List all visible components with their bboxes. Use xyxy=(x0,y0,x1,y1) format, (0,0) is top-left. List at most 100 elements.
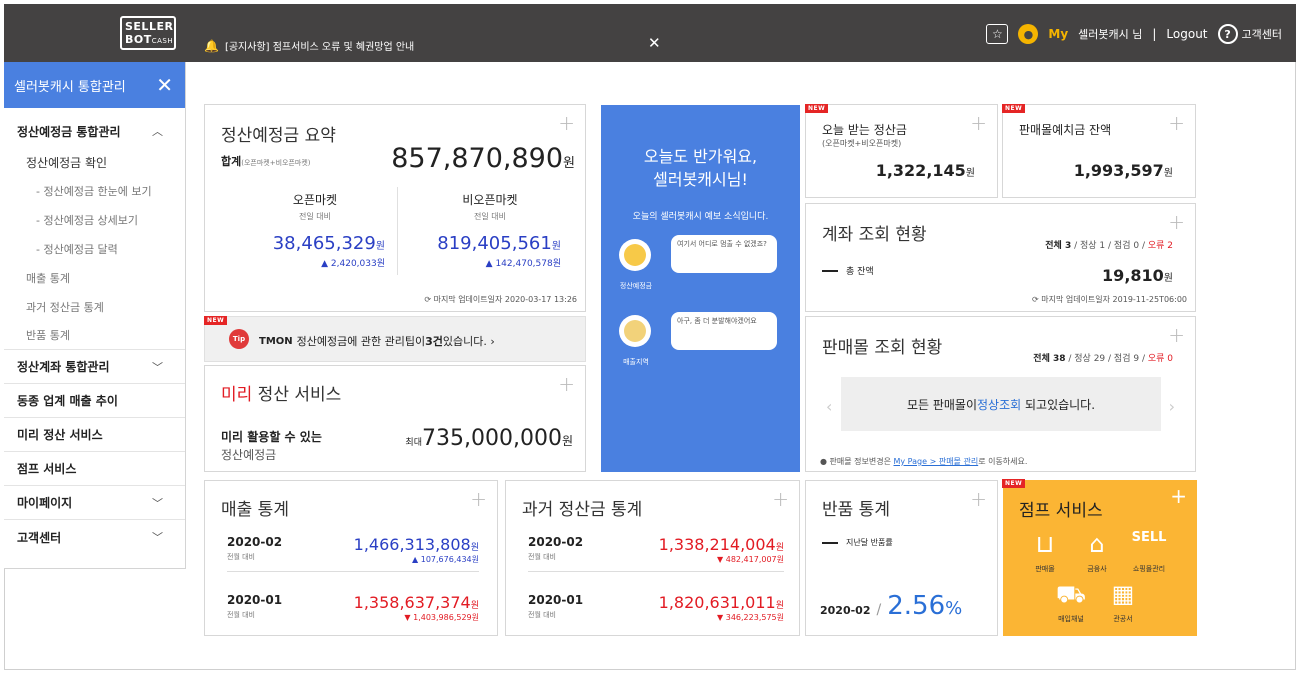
refresh-icon[interactable]: ⟳ xyxy=(1032,295,1041,304)
new-badge: NEW xyxy=(805,104,829,113)
tip-badge: Tip xyxy=(229,329,249,349)
jump-label[interactable]: 금융사 xyxy=(1067,564,1127,574)
jump-label[interactable]: 쇼핑몰관리 xyxy=(1119,564,1179,574)
sidebar-sub-calendar[interactable]: - 정산예정금 달력 xyxy=(4,234,185,263)
help-link[interactable]: 고객센터 xyxy=(1242,26,1282,42)
add-icon[interactable]: + xyxy=(1168,210,1185,234)
today-value: 1,322,145 xyxy=(875,161,966,180)
row-change: ▲ 107,676,434원 xyxy=(412,555,479,564)
tip-text-after: 있습니다. › xyxy=(442,335,495,348)
deposit-amount: 1,993,597원 xyxy=(1074,161,1173,180)
top-bar: SELLER BOTCASH 🔔 [공지사항] 점프서비스 오류 및 혜권망업 … xyxy=(4,4,1296,62)
summary-card: + 정산예정금 요약 합계(오픈마켓+비오픈마켓) 857,870,890원 오… xyxy=(204,104,586,312)
mall-msg: 모든 판매몰이 xyxy=(906,397,977,412)
row-date: 2020-02 xyxy=(227,535,283,549)
add-icon[interactable]: + xyxy=(470,487,487,511)
my-label[interactable]: My xyxy=(1048,27,1068,41)
add-icon[interactable]: + xyxy=(1168,111,1185,135)
mall-msg-link[interactable]: 정상조회 xyxy=(977,396,1021,413)
cart-icon[interactable]: ⊔ xyxy=(1015,530,1075,558)
forecast-bubble: 여기서 어디로 멈출 수 없겠죠? xyxy=(671,235,777,273)
miri-value: 735,000,000 xyxy=(421,426,562,451)
forecast-bubble: 아구, 좀 더 분발해야겠어요 xyxy=(671,312,777,350)
open-value-block: 38,465,329원 ▲ 2,420,033원 xyxy=(225,233,385,269)
logout-link[interactable]: Logout xyxy=(1166,27,1207,41)
legend-label: 지난달 반품률 xyxy=(846,538,893,547)
bank-icon[interactable]: ⌂ xyxy=(1067,530,1127,558)
sidebar-item-miri[interactable]: 미리 정산 서비스 xyxy=(4,418,185,452)
chevron-down-icon: ﹀ xyxy=(152,531,163,544)
greeting-sub: 오늘의 셀러봇캐시 예보 소식입니다. xyxy=(632,212,769,222)
sell-icon[interactable]: SELL xyxy=(1119,530,1179,545)
jump-label[interactable]: 매입채널 xyxy=(1041,614,1101,624)
sidebar-sub-confirm[interactable]: 정산예정금 확인 xyxy=(4,148,185,176)
sales-row: 2020-02 전월 대비 1,466,313,808원 ▲ 107,676,434… xyxy=(227,535,479,565)
jump-label[interactable]: 판매몰 xyxy=(1015,564,1075,574)
legend-line xyxy=(822,541,838,544)
new-badge: NEW xyxy=(204,316,228,325)
won-unit: 원 xyxy=(563,156,575,171)
row-date: 2020-01 xyxy=(227,593,283,607)
sidebar-sub-past-stats[interactable]: 과거 정산금 통계 xyxy=(4,292,185,321)
add-icon[interactable]: + xyxy=(558,372,575,396)
row-value: 1,338,214,004 xyxy=(658,535,776,554)
truck-icon[interactable]: ⛟ xyxy=(1041,580,1101,611)
total-label: 합계 xyxy=(221,155,242,168)
tip-text: 정산예정금에 관한 관리팁이 xyxy=(296,335,426,348)
notice-text[interactable]: [공지사항] 점프서비스 오류 및 혜권망업 안내 xyxy=(225,38,414,53)
total-value: 857,870,890 xyxy=(391,143,564,174)
mypage-link[interactable]: My Page > 판매몰 관리 xyxy=(894,457,979,466)
add-icon[interactable]: + xyxy=(970,487,987,511)
prev-arrow-icon[interactable]: ‹ xyxy=(826,397,832,416)
tip-text-row: TMON 정산예정금에 관한 관리팁이 3건 있습니다. › xyxy=(259,333,495,349)
won-unit: 원 xyxy=(375,241,385,252)
next-arrow-icon[interactable]: › xyxy=(1169,397,1175,416)
sidebar-item-mypage[interactable]: 마이페이지 ﹀ xyxy=(4,486,185,520)
sales-card: + 매출 통계 2020-02 전월 대비 1,466,313,808원 ▲ 107… xyxy=(204,480,498,636)
sidebar-sub-overview[interactable]: - 정산예정금 한눈에 보기 xyxy=(4,176,185,205)
stat-error: 오류 2 xyxy=(1147,241,1173,251)
jump-label[interactable]: 관공서 xyxy=(1093,614,1153,624)
sales-row: 2020-01 전월 대비 1,358,637,374원 ▼ 1,403,986,5… xyxy=(227,593,479,623)
help-icon[interactable]: ? xyxy=(1217,24,1238,44)
won-unit: 원 xyxy=(1163,168,1173,179)
sidebar-title: 셀러봇캐시 통합관리 xyxy=(14,79,126,95)
sidebar-item-label: 미리 정산 서비스 xyxy=(17,428,103,442)
deposit-card: NEW + 판매몰예치금 잔액 1,993,597원 xyxy=(1002,104,1196,198)
forecast-label: 정산예정금 xyxy=(619,282,653,290)
sidebar-item-support[interactable]: 고객센터 ﹀ xyxy=(4,520,185,554)
jump-card: NEW + 점프 서비스 ⊔ 판매몰 ⌂ 금융사 SELL 쇼핑몰관리 ⛟ 매입… xyxy=(1002,479,1197,636)
nonopen-sub: 전일 대비 xyxy=(474,212,506,221)
add-icon[interactable]: + xyxy=(558,111,575,135)
sidebar-sub-sales-stats[interactable]: 매출 통계 xyxy=(4,263,185,292)
sidebar-item-settlement[interactable]: 정산예정금 통합관리 ︿ xyxy=(4,114,185,148)
open-label: 오픈마켓 xyxy=(292,193,338,207)
nonopen-change: ▲ 142,470,578원 xyxy=(485,259,561,269)
add-icon[interactable]: + xyxy=(1170,484,1187,508)
won-unit: 원 xyxy=(775,601,784,611)
sidebar-sub-detail[interactable]: - 정산예정금 상세보기 xyxy=(4,205,185,234)
refresh-icon[interactable]: ⟳ xyxy=(424,295,433,304)
add-icon[interactable]: + xyxy=(970,111,987,135)
chevron-down-icon: ﹀ xyxy=(152,360,163,374)
note-text: 판매몰 정보변경은 xyxy=(829,457,894,466)
sidebar-item-industry[interactable]: 동종 업계 매출 추이 xyxy=(4,384,185,418)
sidebar-sub-return-stats[interactable]: 반품 통계 xyxy=(4,321,185,350)
sidebar-item-account[interactable]: 정산계좌 통합관리 ﹀ xyxy=(4,350,185,384)
building-icon[interactable]: ▦ xyxy=(1093,580,1153,608)
user-icon[interactable]: ● xyxy=(1018,24,1039,44)
notice-close-icon[interactable]: ✕ xyxy=(648,34,661,52)
returns-card: + 반품 통계 지난달 반품률 2020-02 / 2.56% xyxy=(805,480,998,636)
favorite-star-icon[interactable]: ☆ xyxy=(986,24,1009,44)
logo[interactable]: SELLER BOTCASH xyxy=(120,16,176,50)
legend: 지난달 반품률 xyxy=(822,537,893,548)
sidebar-item-jump[interactable]: 점프 서비스 xyxy=(4,452,185,486)
top-right-menu: ☆ ● My 셀러봇캐시 님 | Logout ? 고객센터 xyxy=(986,24,1282,44)
add-icon[interactable]: + xyxy=(1168,323,1185,347)
sidebar-item-label: 정산계좌 통합관리 xyxy=(17,360,110,374)
tip-bar[interactable]: NEW Tip TMON 정산예정금에 관한 관리팁이 3건 있습니다. › xyxy=(204,316,586,362)
sidebar-close-icon[interactable]: ✕ xyxy=(156,73,173,97)
notice-bar[interactable]: 🔔 [공지사항] 점프서비스 오류 및 혜권망업 안내 xyxy=(204,38,414,54)
add-icon[interactable]: + xyxy=(772,487,789,511)
row-date: 2020-01 xyxy=(528,593,584,607)
